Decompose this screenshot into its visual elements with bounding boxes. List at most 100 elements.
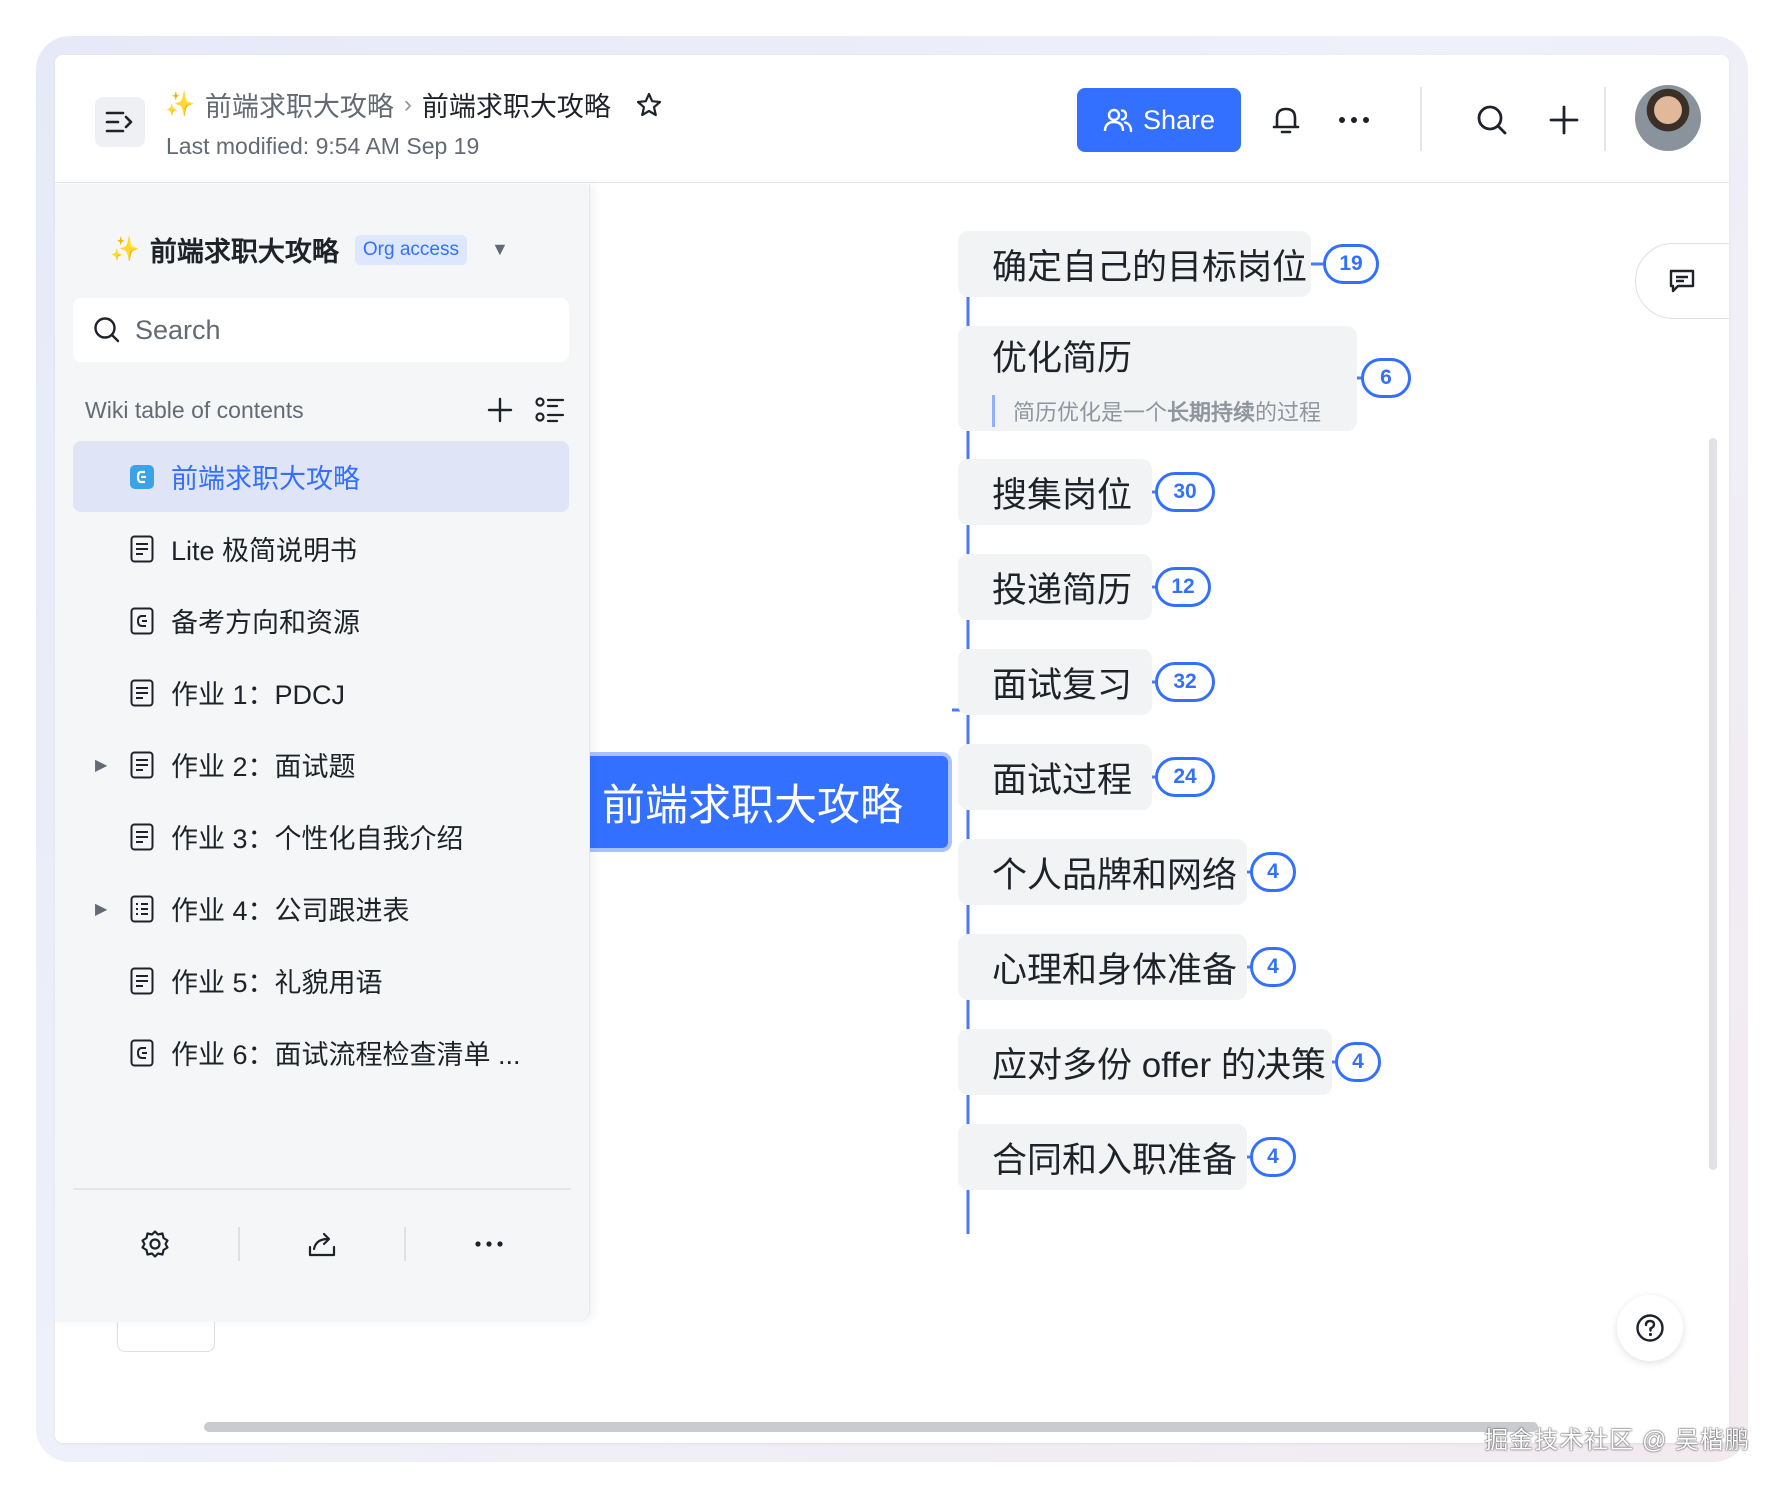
child-count-badge[interactable]: 4 bbox=[1335, 1042, 1381, 1082]
node-label: 优化简历 bbox=[992, 339, 1133, 378]
toc-item-label: 作业 1：PDCJ bbox=[171, 680, 346, 710]
help-button[interactable] bbox=[1617, 1295, 1683, 1361]
breadcrumb-root[interactable]: 前端求职大攻略 bbox=[205, 85, 394, 124]
node-label: 合同和入职准备 bbox=[992, 1140, 1238, 1180]
more-icon bbox=[1339, 117, 1369, 123]
toc-item-label: 作业 4：公司跟进表 bbox=[171, 896, 410, 926]
toc-list: 前端求职大攻略 Lite 极简说明书 备考方向和资源 作业 1：PDCJ ▶ 作… bbox=[73, 441, 569, 1089]
toc-item[interactable]: ▶ 作业 4：公司跟进表 bbox=[73, 873, 569, 944]
notifications-button[interactable] bbox=[1261, 95, 1311, 145]
divider bbox=[1420, 87, 1422, 151]
comment-icon bbox=[1669, 269, 1695, 293]
comment-button[interactable] bbox=[1635, 243, 1729, 319]
more-options-button[interactable] bbox=[406, 1219, 571, 1269]
toc-item[interactable]: 作业 1：PDCJ bbox=[73, 657, 569, 728]
child-count-badge[interactable]: 6 bbox=[1361, 358, 1411, 398]
star-icon[interactable] bbox=[635, 91, 663, 119]
caret-down-icon[interactable]: ▼ bbox=[491, 239, 509, 260]
mindnote-icon bbox=[127, 606, 157, 636]
more-icon bbox=[475, 1241, 503, 1247]
search-button[interactable] bbox=[1467, 95, 1517, 145]
toc-item[interactable]: Lite 极简说明书 bbox=[73, 513, 569, 584]
mindmap-node[interactable]: 个人品牌和网络 bbox=[958, 839, 1247, 905]
mindmap-node[interactable]: 面试过程 bbox=[958, 744, 1152, 810]
toc-item[interactable]: 前端求职大攻略 bbox=[73, 441, 569, 512]
search-input[interactable]: Search bbox=[73, 298, 569, 362]
mindmap-node[interactable]: 心理和身体准备 bbox=[958, 934, 1247, 1000]
share-button[interactable]: Share bbox=[1077, 88, 1241, 152]
toc-item[interactable]: 作业 3：个性化自我介绍 bbox=[73, 801, 569, 872]
toc-item[interactable]: 作业 5：礼貌用语 bbox=[73, 945, 569, 1016]
list-options-icon[interactable] bbox=[535, 396, 565, 424]
child-count-badge[interactable]: 12 bbox=[1155, 567, 1211, 607]
toc-item-label: 作业 6：面试流程检查清单 ... bbox=[171, 1040, 521, 1070]
search-icon bbox=[94, 317, 120, 343]
node-label: 心理和身体准备 bbox=[992, 950, 1238, 990]
doc-icon bbox=[127, 966, 157, 996]
toc-item[interactable]: ▶ 作业 2：面试题 bbox=[73, 729, 569, 800]
app-window: 前端求职大攻略 确定自己的目标岗位 19 优化简历 简历优化是一个长期持续的过程… bbox=[55, 55, 1729, 1443]
chevron-right-icon: › bbox=[403, 90, 412, 118]
mindmap-node[interactable]: 优化简历 简历优化是一个长期持续的过程 bbox=[958, 326, 1357, 431]
toc-header: Wiki table of contents bbox=[85, 396, 565, 424]
gear-icon bbox=[141, 1230, 169, 1258]
horizontal-scrollbar[interactable] bbox=[204, 1422, 1538, 1432]
doc-icon bbox=[127, 678, 157, 708]
divider bbox=[73, 1188, 571, 1190]
mindmap-node[interactable]: 合同和入职准备 bbox=[958, 1124, 1247, 1190]
node-label: 投递简历 bbox=[992, 570, 1133, 610]
expand-arrow-icon[interactable]: ▶ bbox=[95, 755, 107, 775]
mindnote-icon bbox=[127, 462, 157, 492]
node-label: 面试过程 bbox=[992, 760, 1133, 800]
toc-item-label: 作业 2：面试题 bbox=[171, 752, 356, 782]
sidebar-toggle-button[interactable] bbox=[95, 97, 145, 147]
toc-item-label: 前端求职大攻略 bbox=[171, 464, 360, 494]
child-count-badge[interactable]: 19 bbox=[1323, 244, 1379, 284]
space-title[interactable]: ✨ 前端求职大攻略 Org access ▼ bbox=[110, 230, 509, 269]
mindnote-icon bbox=[127, 1038, 157, 1068]
toc-item-label: Lite 极简说明书 bbox=[171, 536, 358, 566]
child-count-badge[interactable]: 4 bbox=[1250, 1137, 1296, 1177]
doc-icon bbox=[127, 822, 157, 852]
toc-item-label: 作业 5：礼貌用语 bbox=[171, 968, 383, 998]
create-button[interactable] bbox=[1539, 95, 1589, 145]
node-label: 搜集岗位 bbox=[992, 475, 1133, 515]
expand-arrow-icon[interactable]: ▶ bbox=[95, 899, 107, 919]
add-page-icon[interactable] bbox=[487, 397, 513, 423]
mindmap-node[interactable]: 投递简历 bbox=[958, 554, 1152, 620]
doc-icon bbox=[127, 534, 157, 564]
toc-item-label: 备考方向和资源 bbox=[171, 608, 360, 638]
avatar[interactable] bbox=[1635, 85, 1701, 151]
more-options-button[interactable] bbox=[1329, 95, 1379, 145]
toc-item-label: 作业 3：个性化自我介绍 bbox=[171, 824, 464, 854]
mindmap-root-node[interactable]: 前端求职大攻略 bbox=[590, 752, 952, 852]
collapse-sidebar-icon bbox=[105, 111, 133, 133]
vertical-scrollbar[interactable] bbox=[1709, 438, 1717, 1170]
search-placeholder: Search bbox=[135, 314, 221, 345]
settings-button[interactable] bbox=[73, 1219, 238, 1269]
note-bold-text: 长期持续 bbox=[1167, 400, 1256, 425]
child-count-badge[interactable]: 32 bbox=[1155, 662, 1215, 702]
mindmap-node[interactable]: 确定自己的目标岗位 bbox=[958, 231, 1311, 297]
toc-item[interactable]: 作业 6：面试流程检查清单 ... bbox=[73, 1017, 569, 1088]
child-count-badge[interactable]: 4 bbox=[1250, 852, 1296, 892]
breadcrumb: ✨ 前端求职大攻略 › 前端求职大攻略 bbox=[165, 85, 663, 124]
share-out-button[interactable] bbox=[240, 1219, 405, 1269]
last-modified-text: Last modified: 9:54 AM Sep 19 bbox=[166, 133, 480, 159]
child-count-badge[interactable]: 24 bbox=[1155, 757, 1215, 797]
bell-icon bbox=[1272, 107, 1300, 134]
child-count-badge[interactable]: 4 bbox=[1250, 947, 1296, 987]
share-arrow-icon bbox=[308, 1232, 336, 1257]
node-label: 面试复习 bbox=[992, 665, 1133, 705]
sparkle-icon: ✨ bbox=[165, 91, 195, 118]
node-label: 应对多份 offer 的决策 bbox=[992, 1045, 1326, 1085]
sheet-icon bbox=[127, 894, 157, 924]
breadcrumb-current[interactable]: 前端求职大攻略 bbox=[422, 85, 611, 124]
toc-item[interactable]: 备考方向和资源 bbox=[73, 585, 569, 656]
watermark: 掘金技术社区 @ 吴楷鹏 bbox=[1484, 1427, 1750, 1454]
child-count-badge[interactable]: 30 bbox=[1155, 472, 1215, 512]
mindmap-node[interactable]: 应对多份 offer 的决策 bbox=[958, 1029, 1332, 1095]
mindmap-node[interactable]: 面试复习 bbox=[958, 649, 1152, 715]
plus-icon bbox=[1549, 105, 1579, 135]
mindmap-node[interactable]: 搜集岗位 bbox=[958, 459, 1152, 525]
